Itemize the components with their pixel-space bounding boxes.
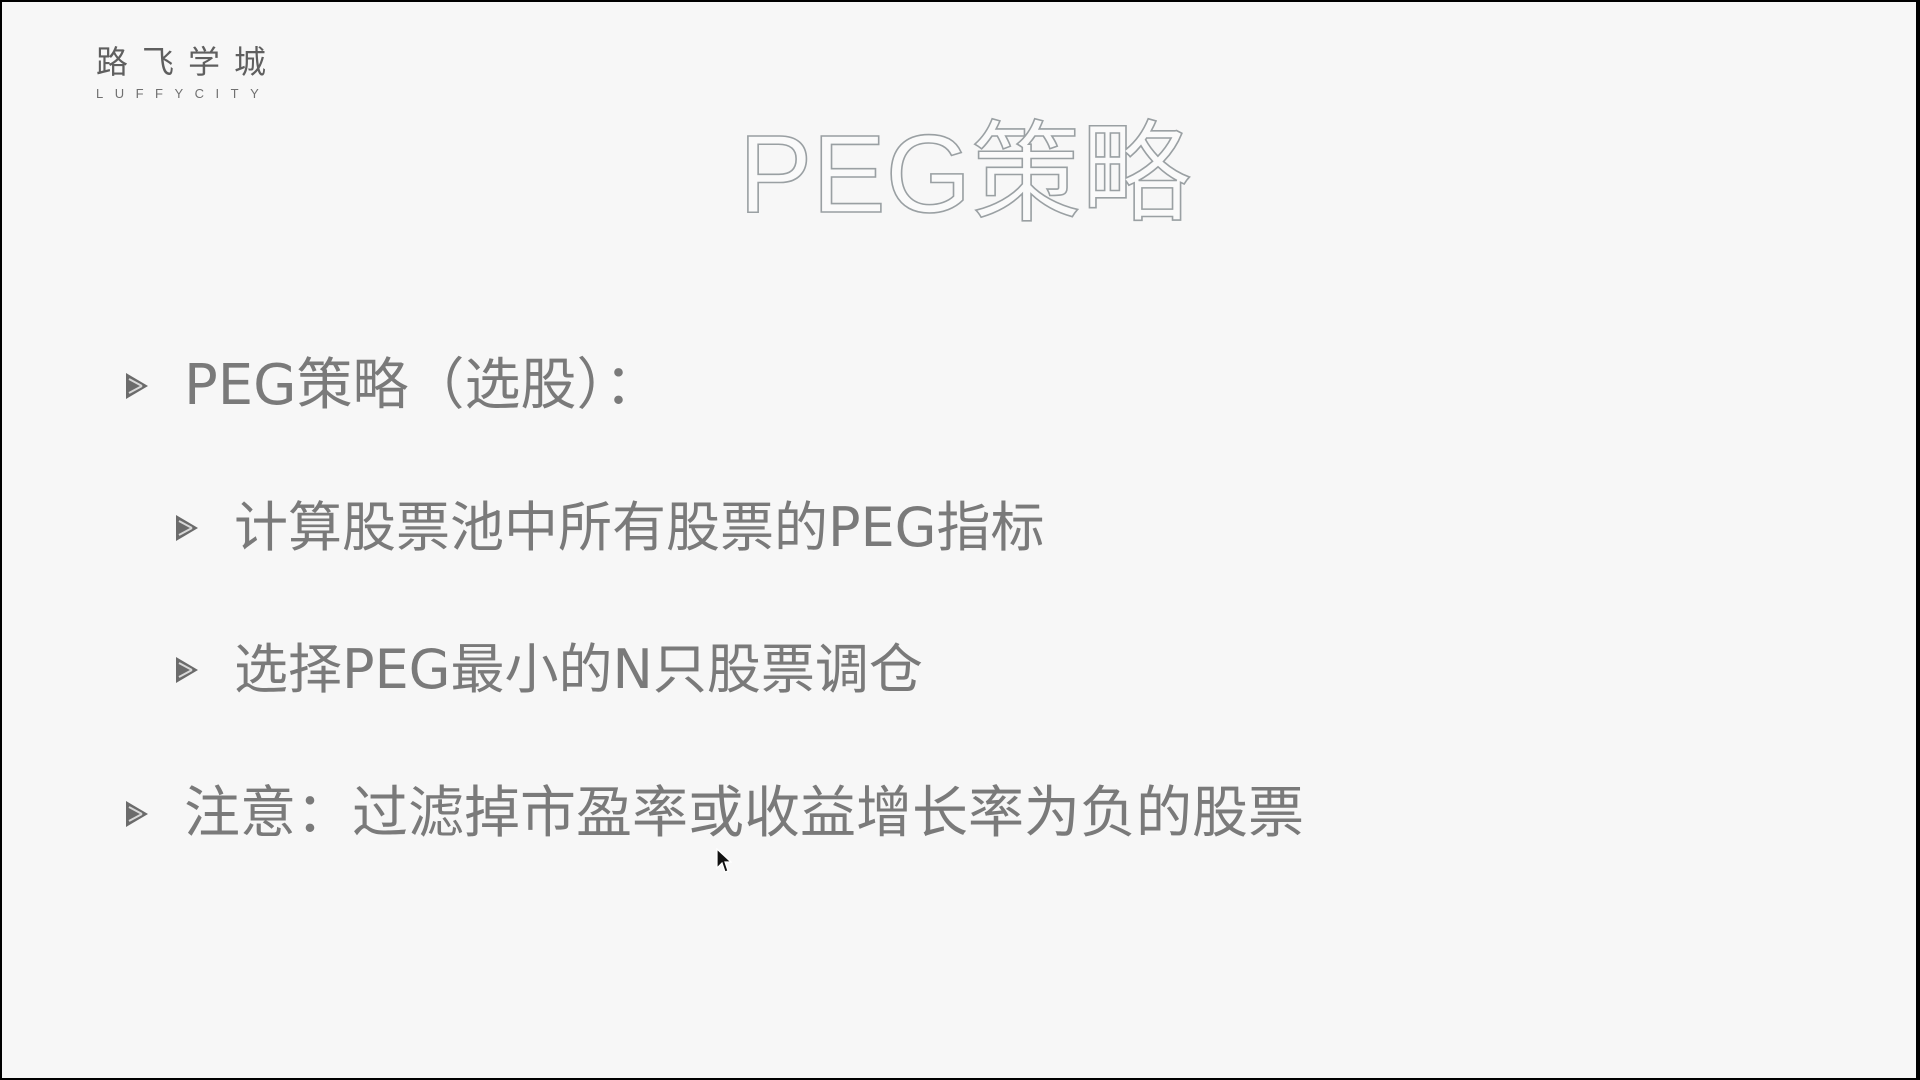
- mouse-pointer-icon: [716, 848, 732, 873]
- bullet-text: PEG策略（选股）：: [184, 353, 661, 418]
- triangle-bullet-icon: [126, 373, 148, 399]
- bullet-text: 选择PEG最小的N只股票调仓: [234, 638, 923, 701]
- triangle-bullet-icon: [176, 657, 198, 683]
- bullet-text: 注意：过滤掉市盈率或收益增长率为负的股票: [184, 781, 1304, 846]
- bullet-text: 计算股票池中所有股票的PEG指标: [234, 496, 1045, 559]
- logo: 路飞学城 LUFFYCITY: [96, 42, 306, 101]
- slide-title: PEG策略: [738, 112, 1192, 237]
- bullet-item-note: 注意：过滤掉市盈率或收益增长率为负的股票: [122, 778, 1304, 850]
- bullet-item-calc-peg: 计算股票池中所有股票的PEG指标: [172, 492, 1045, 564]
- logo-chinese-text: 路飞学城: [96, 43, 281, 81]
- bullet-item-select-min-peg: 选择PEG最小的N只股票调仓: [172, 634, 923, 706]
- logo-english-text: LUFFYCITY: [96, 86, 271, 101]
- bullet-item-peg-strategy: PEG策略（选股）：: [122, 350, 661, 422]
- slide: 路飞学城 LUFFYCITY PEG策略 PEG策略（选股）： 计算股票池中所有…: [2, 2, 1916, 1078]
- triangle-bullet-icon: [176, 515, 198, 541]
- triangle-bullet-icon: [126, 801, 148, 827]
